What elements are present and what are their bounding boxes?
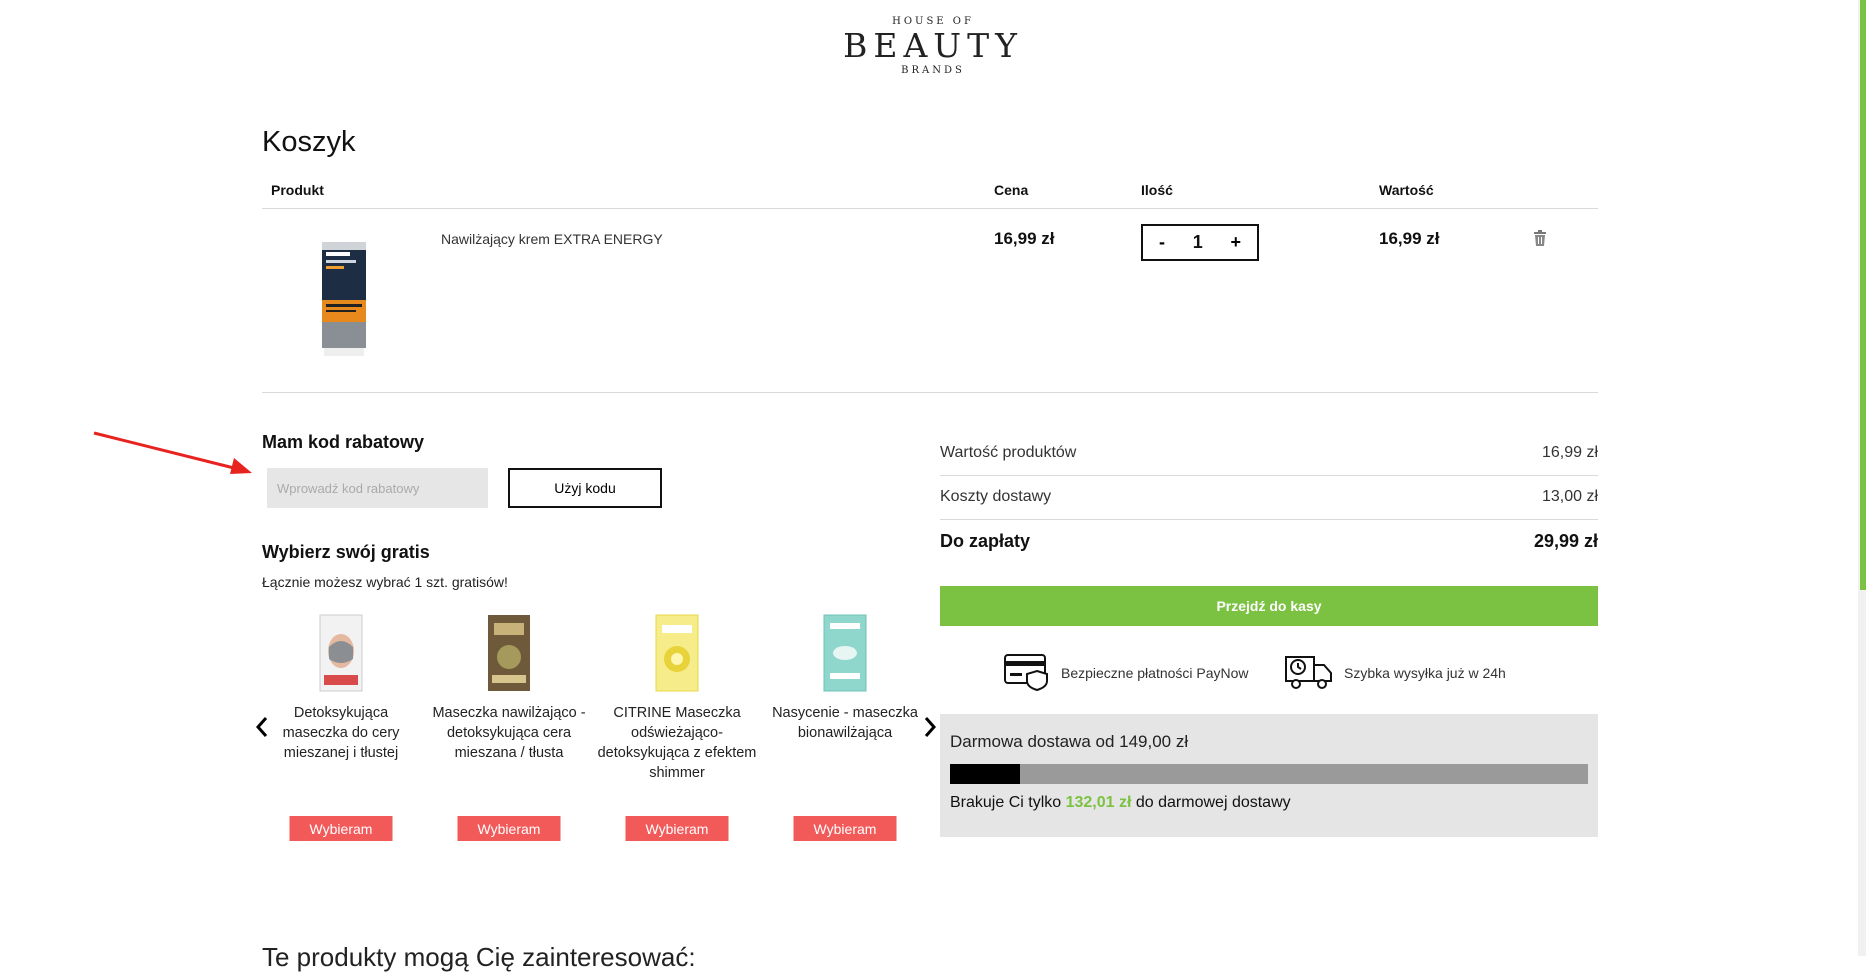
header-qty: Ilość — [1141, 182, 1173, 198]
discount-code-input[interactable] — [267, 468, 488, 508]
choose-gift-button[interactable]: Wybieram — [457, 816, 561, 841]
trash-icon[interactable] — [1533, 230, 1547, 246]
credit-card-shield-icon — [1003, 651, 1061, 694]
header-value: Wartość — [1379, 182, 1434, 198]
logo-main-text: BEAUTY — [843, 26, 1023, 65]
gift-image[interactable] — [652, 613, 702, 693]
gift-image[interactable] — [316, 613, 366, 693]
recommended-section-title: Te produkty mogą Cię zainteresować: — [262, 942, 696, 972]
summary-total-row: Do zapłaty 29,99 zł — [940, 531, 1598, 552]
store-logo[interactable]: HOUSE OF BEAUTY BRANDS — [0, 16, 1866, 76]
product-price: 16,99 zł — [994, 229, 1055, 248]
header-divider — [262, 208, 1598, 209]
gift-image[interactable] — [484, 613, 534, 693]
free-shipping-message: Brakuje Ci tylko 132,01 zł do darmowej d… — [950, 794, 1291, 812]
quantity-increase-button[interactable]: + — [1224, 232, 1247, 253]
page-title: Koszyk — [262, 126, 356, 158]
discount-title: Mam kod rabatowy — [262, 432, 425, 452]
gift-item: Maseczka nawilżająco - detoksykująca cer… — [429, 613, 589, 841]
header-product: Produkt — [271, 182, 324, 198]
checkout-button[interactable]: Przejdź do kasy — [940, 586, 1598, 626]
secure-payment-text: Bezpieczne płatności PayNow — [1061, 664, 1249, 681]
free-shipping-progress-fill — [950, 764, 1021, 784]
product-image[interactable] — [318, 238, 372, 360]
choose-gift-button[interactable]: Wybieram — [793, 816, 897, 841]
quantity-value[interactable]: 1 — [1193, 232, 1203, 253]
summary-shipping-row: Koszty dostawy 13,00 zł — [940, 488, 1598, 506]
red-arrow-annotation — [92, 428, 262, 483]
product-name[interactable]: Nawilżający krem EXTRA ENERGY — [441, 231, 663, 247]
quantity-decrease-button[interactable]: - — [1153, 232, 1171, 253]
summary-products-label: Wartość produktów — [940, 444, 1077, 461]
header-price: Cena — [994, 182, 1029, 198]
free-shipping-title: Darmowa dostawa od 149,00 zł — [950, 732, 1189, 751]
secure-payment-feature: Bezpieczne płatności PayNow — [1003, 651, 1249, 694]
carousel-next-arrow-icon[interactable] — [922, 716, 938, 738]
gift-item: Nasycenie - maseczka bionawilżająca Wybi… — [765, 613, 925, 841]
gift-name: Nasycenie - maseczka bionawilżająca — [772, 705, 918, 741]
choose-gift-button[interactable]: Wybieram — [625, 816, 729, 841]
gift-name: Detoksykująca maseczka do cery mieszanej… — [282, 705, 400, 761]
gift-section-title: Wybierz swój gratis — [262, 542, 430, 562]
quantity-stepper: - 1 + — [1141, 224, 1259, 261]
logo-bottom-text: BRANDS — [901, 65, 965, 76]
cart-divider — [262, 392, 1598, 393]
summary-shipping-value: 13,00 zł — [1541, 488, 1598, 505]
summary-total-value: 29,99 zł — [1533, 531, 1598, 551]
summary-total-label: Do zapłaty — [940, 531, 1031, 551]
product-total-value: 16,99 zł — [1379, 229, 1440, 248]
free-shipping-msg-before: Brakuje Ci tylko — [950, 794, 1062, 811]
summary-products-row: Wartość produktów 16,99 zł — [940, 444, 1598, 462]
summary-divider — [940, 475, 1598, 476]
fast-shipping-feature: Szybka wysyłka już w 24h — [1284, 651, 1506, 694]
summary-divider — [940, 519, 1598, 520]
page-scrollbar-thumb[interactable] — [1860, 0, 1866, 590]
summary-shipping-label: Koszty dostawy — [940, 488, 1052, 505]
gift-item: CITRINE Maseczka odświeżająco-detoksykuj… — [597, 613, 757, 841]
gift-image[interactable] — [820, 613, 870, 693]
free-shipping-msg-after: do darmowej dostawy — [1135, 794, 1291, 811]
gift-note: Łącznie możesz wybrać 1 szt. gratisów! — [262, 574, 508, 590]
delivery-truck-icon — [1284, 651, 1344, 694]
free-shipping-box: Darmowa dostawa od 149,00 zł Brakuje Ci … — [940, 714, 1598, 837]
free-shipping-amount: 132,01 zł — [1065, 794, 1132, 811]
choose-gift-button[interactable]: Wybieram — [289, 816, 393, 841]
fast-shipping-text: Szybka wysyłka już w 24h — [1344, 664, 1506, 681]
gift-name: CITRINE Maseczka odświeżająco-detoksykuj… — [597, 705, 757, 781]
gift-item: Detoksykująca maseczka do cery mieszanej… — [261, 613, 421, 841]
summary-products-value: 16,99 zł — [1541, 444, 1598, 461]
free-shipping-progress-bar — [950, 764, 1588, 784]
apply-discount-button[interactable]: Użyj kodu — [508, 468, 662, 508]
gift-name: Maseczka nawilżająco - detoksykująca cer… — [432, 705, 586, 761]
